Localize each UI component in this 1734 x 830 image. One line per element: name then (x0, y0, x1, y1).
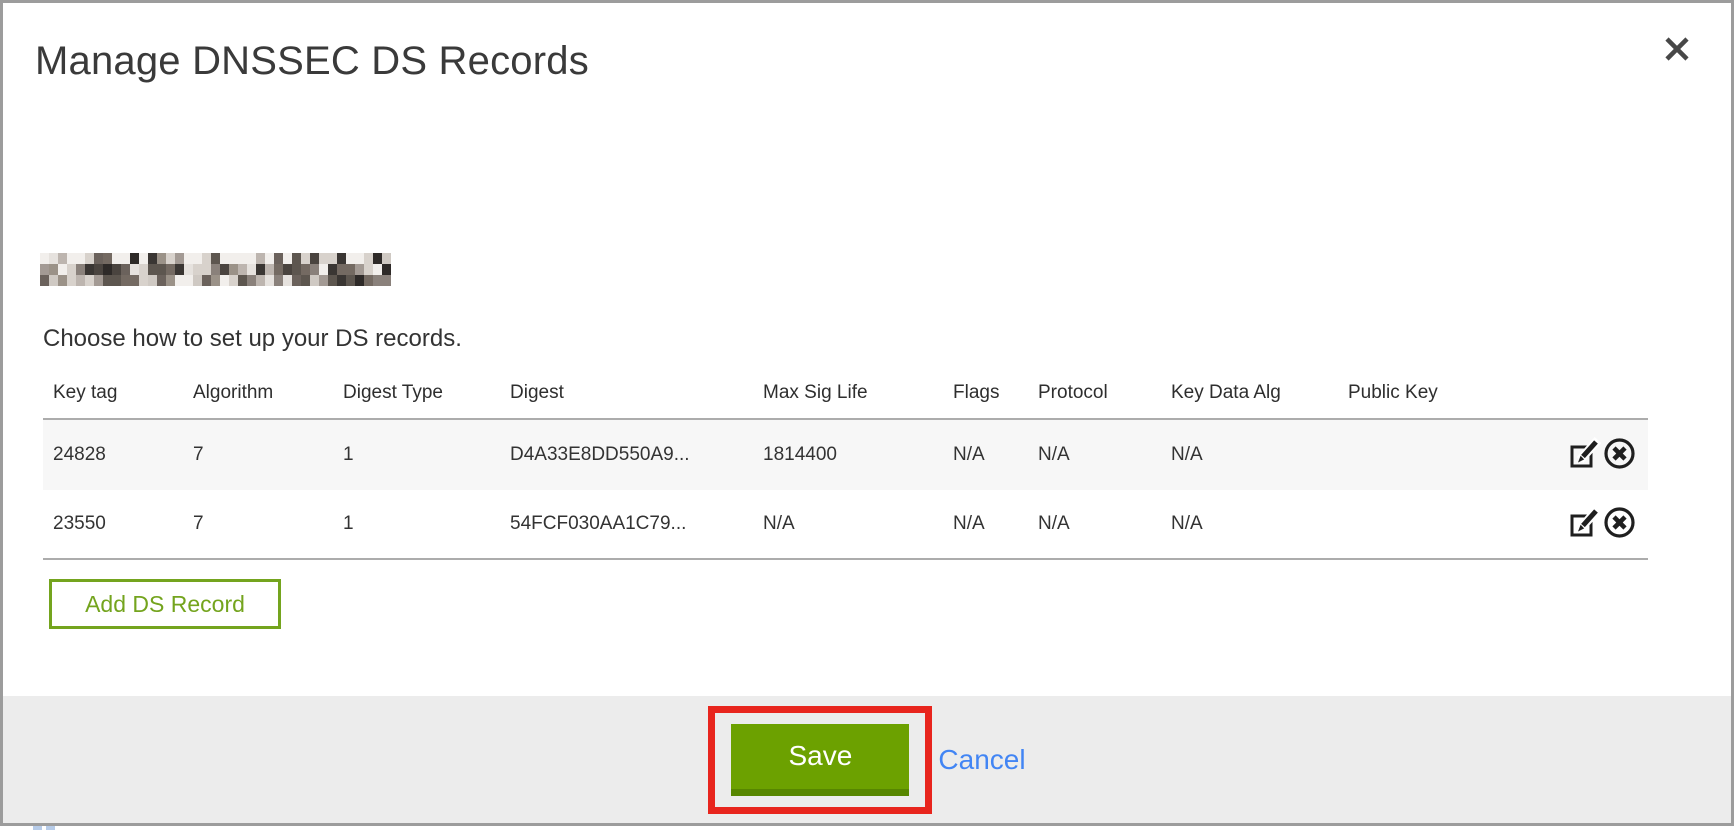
cell-protocol: N/A (1028, 490, 1161, 559)
cell-flags: N/A (943, 419, 1028, 490)
cell-max-sig-life: N/A (753, 490, 943, 559)
col-header-flags: Flags (943, 367, 1028, 419)
cell-digest-type: 1 (333, 490, 500, 559)
delete-record-button[interactable] (1603, 506, 1636, 542)
cell-row-actions (1558, 490, 1648, 559)
cell-public-key (1338, 490, 1558, 559)
ds-records-table: Key tag Algorithm Digest Type Digest Max… (43, 367, 1648, 560)
delete-icon (1603, 506, 1636, 539)
table-row: 24828 7 1 D4A33E8DD550A9... 1814400 N/A … (43, 419, 1648, 490)
cell-key-data-alg: N/A (1161, 419, 1338, 490)
cell-public-key (1338, 419, 1558, 490)
save-button[interactable]: Save (731, 724, 909, 796)
cell-algorithm: 7 (183, 490, 333, 559)
cell-algorithm: 7 (183, 419, 333, 490)
cell-digest-type: 1 (333, 419, 500, 490)
annotation-highlight-save: Save (708, 706, 932, 814)
col-header-actions (1558, 367, 1648, 419)
domain-name-redacted (40, 253, 391, 286)
cell-flags: N/A (943, 490, 1028, 559)
edit-record-button[interactable] (1568, 437, 1601, 473)
cell-key-tag: 23550 (43, 490, 183, 559)
col-header-key-tag: Key tag (43, 367, 183, 419)
cell-key-tag: 24828 (43, 419, 183, 490)
col-header-digest-type: Digest Type (333, 367, 500, 419)
table-row: 23550 7 1 54FCF030AA1C79... N/A N/A N/A … (43, 490, 1648, 559)
close-button[interactable] (1659, 31, 1695, 67)
instruction-text: Choose how to set up your DS records. (43, 325, 462, 353)
col-header-max-sig-life: Max Sig Life (753, 367, 943, 419)
table-header-row: Key tag Algorithm Digest Type Digest Max… (43, 367, 1648, 419)
col-header-key-data-alg: Key Data Alg (1161, 367, 1338, 419)
col-header-digest: Digest (500, 367, 753, 419)
screenshot-stage: Manage DNSSEC DS Records Choose how to s… (0, 0, 1734, 830)
cell-digest: D4A33E8DD550A9... (500, 419, 753, 490)
cancel-link[interactable]: Cancel (938, 744, 1025, 776)
edit-record-button[interactable] (1568, 506, 1601, 542)
cell-max-sig-life: 1814400 (753, 419, 943, 490)
edit-icon (1568, 506, 1601, 539)
cell-key-data-alg: N/A (1161, 490, 1338, 559)
delete-icon (1603, 437, 1636, 470)
cell-digest: 54FCF030AA1C79... (500, 490, 753, 559)
manage-dnssec-modal: Manage DNSSEC DS Records Choose how to s… (0, 0, 1734, 826)
modal-footer: Save Cancel (3, 696, 1731, 823)
cell-row-actions (1558, 419, 1648, 490)
col-header-protocol: Protocol (1028, 367, 1161, 419)
close-icon (1663, 35, 1691, 63)
edit-icon (1568, 437, 1601, 470)
background-page-artifact (33, 826, 59, 830)
page-title: Manage DNSSEC DS Records (35, 39, 589, 84)
delete-record-button[interactable] (1603, 437, 1636, 473)
add-ds-record-button[interactable]: Add DS Record (49, 579, 281, 629)
col-header-public-key: Public Key (1338, 367, 1558, 419)
cell-protocol: N/A (1028, 419, 1161, 490)
col-header-algorithm: Algorithm (183, 367, 333, 419)
